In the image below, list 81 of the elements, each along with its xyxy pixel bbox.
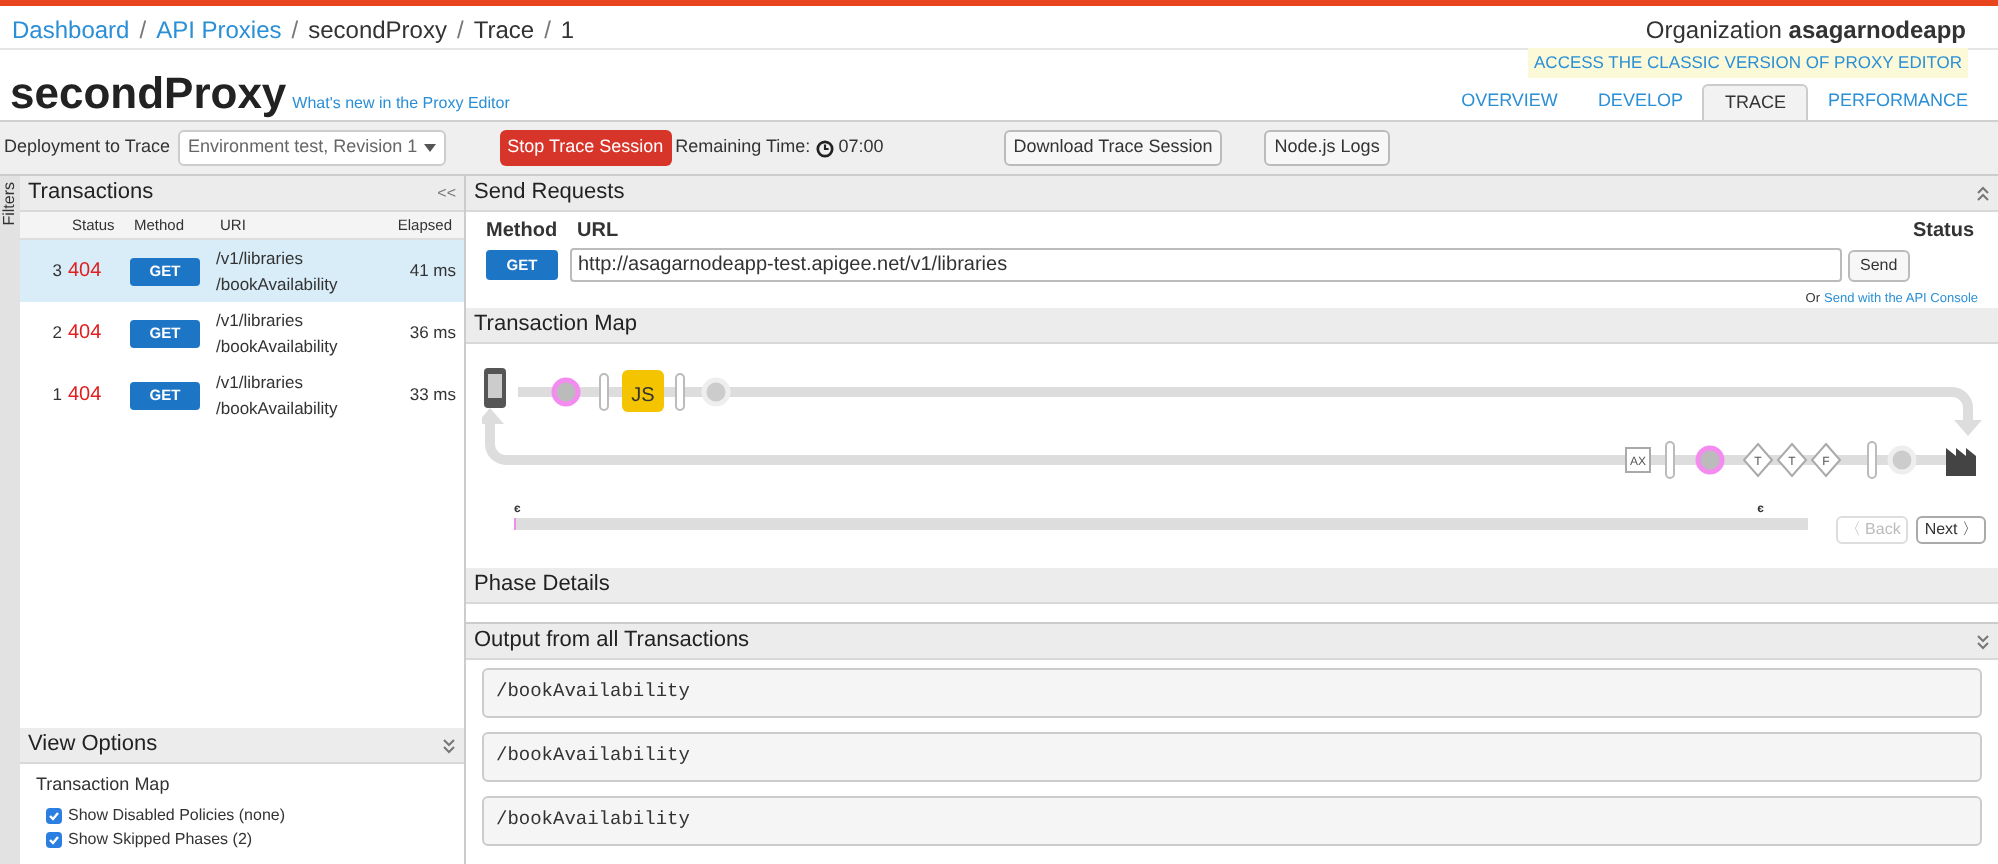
breadcrumb-separator: / — [456, 13, 464, 47]
breadcrumb-separator: / — [139, 13, 147, 47]
output-item: /bookAvailability — [482, 732, 1982, 782]
checkbox[interactable] — [46, 807, 62, 823]
factory-icon — [1946, 448, 1976, 476]
flow-separator — [675, 373, 685, 411]
remaining-time-value: 07:00 — [838, 134, 884, 161]
editor-tab[interactable]: OVERVIEW — [1441, 83, 1578, 120]
elapsed-time: 33 ms — [407, 382, 458, 408]
panel-title: Output from all Transactions — [474, 626, 750, 657]
breadcrumb-text: secondProxy — [308, 13, 447, 47]
flow-node[interactable] — [1695, 445, 1725, 475]
flow-separator — [1665, 441, 1675, 479]
flow-separator — [599, 373, 609, 411]
elapsed-time: 41 ms — [407, 258, 458, 284]
expand-icon[interactable] — [1976, 633, 1990, 649]
breadcrumb-separator: / — [544, 13, 551, 47]
collapse-icon[interactable] — [1976, 185, 1990, 201]
collapse-icon[interactable]: << — [437, 181, 456, 205]
editor-tab[interactable]: PERFORMANCE — [1807, 83, 1988, 120]
output-item: /bookAvailability — [482, 668, 1982, 718]
breadcrumb-text: Trace — [473, 13, 535, 47]
uri-text: /v1/libraries — [216, 369, 305, 395]
deployment-dropdown[interactable]: Environment test, Revision 1 — [178, 130, 446, 166]
send-button[interactable]: Send — [1848, 249, 1910, 281]
elapsed-time: 36 ms — [407, 320, 458, 346]
next-button[interactable]: Next 〉 — [1916, 516, 1986, 544]
classic-editor-link[interactable]: ACCESS THE CLASSIC VERSION OF PROXY EDITOR — [1528, 47, 1968, 77]
panel-title: Phase Details — [474, 570, 610, 601]
panel-title: Transactions — [28, 178, 154, 209]
uri-text: /v1/libraries — [216, 307, 305, 333]
row-number: 3 — [50, 258, 64, 284]
policy-node[interactable] — [1776, 442, 1808, 478]
url-field[interactable]: http://asagarnodeapp-test.apigee.net/v1/libraries — [570, 248, 1842, 282]
method-label: Method — [486, 218, 558, 246]
breadcrumb-link[interactable]: API Proxies — [156, 11, 282, 47]
flow-node[interactable] — [551, 377, 581, 407]
whats-new-link[interactable]: What's new in the Proxy Editor — [292, 92, 510, 116]
caret-icon — [423, 144, 436, 152]
status-code: 404 — [68, 382, 104, 410]
editor-tab[interactable]: DEVELOP — [1577, 83, 1703, 120]
section-label: Transaction Map — [36, 772, 172, 798]
panel-title: Transaction Map — [474, 310, 638, 341]
panel-title: Send Requests — [474, 178, 625, 209]
checkbox[interactable] — [46, 831, 62, 847]
policy-node[interactable] — [1625, 447, 1651, 473]
clock-icon — [816, 139, 835, 157]
row-number: 2 — [50, 320, 64, 346]
panel-title: View Options — [28, 730, 158, 761]
uri-text: /v1/libraries — [216, 245, 305, 271]
editor-tab[interactable]: TRACE — [1702, 83, 1808, 120]
phone-icon — [484, 368, 506, 408]
download-trace-button[interactable]: Download Trace Session — [1003, 130, 1223, 166]
nodejs-logs-button[interactable]: Node.js Logs — [1264, 130, 1390, 166]
policy-node[interactable] — [1810, 442, 1842, 478]
stop-trace-button[interactable]: Stop Trace Session — [499, 130, 672, 166]
proxy-title: secondProxy — [10, 72, 287, 116]
row-number: 1 — [50, 382, 64, 408]
uri-text: /bookAvailability — [216, 271, 340, 297]
filters-label[interactable]: Filters — [0, 182, 22, 226]
policy-node[interactable] — [622, 370, 664, 412]
breadcrumb-link[interactable]: Dashboard — [12, 11, 130, 47]
flow-separator — [1867, 441, 1877, 479]
url-label: URL — [577, 218, 619, 246]
policy-node[interactable] — [1742, 442, 1774, 478]
breadcrumb-text: 1 — [560, 13, 575, 47]
remaining-time-label: Remaining Time: — [675, 134, 811, 161]
status-code: 404 — [68, 320, 104, 348]
uri-text: /bookAvailability — [216, 333, 340, 359]
output-item: /bookAvailability — [482, 796, 1982, 846]
breadcrumb-separator: / — [291, 13, 299, 47]
policy-label: JS — [631, 385, 655, 407]
deployment-label: Deployment to Trace — [4, 134, 171, 161]
filters-sidebar[interactable]: Filters — [0, 176, 20, 864]
status-label: Status — [1912, 218, 1976, 246]
option-label: Show Disabled Policies (none) — [68, 803, 285, 827]
status-code: 404 — [68, 258, 104, 286]
uri-text: /bookAvailability — [216, 395, 340, 421]
organization-label: Organization asagarnodeapp — [1645, 13, 1968, 47]
option-label: Show Skipped Phases (2) — [68, 827, 253, 851]
expand-icon[interactable] — [442, 737, 456, 753]
